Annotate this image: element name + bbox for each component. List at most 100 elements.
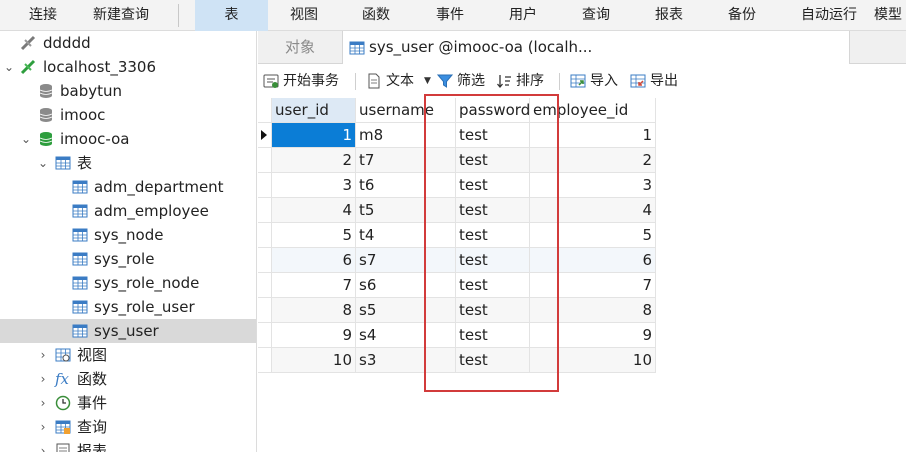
cell-username[interactable]: t5 [356,198,456,223]
row-header[interactable] [258,273,272,298]
sidebar-item-events[interactable]: › 事件 [0,391,256,415]
table-row[interactable]: 6 s7 test 6 [258,248,656,273]
cell-user-id[interactable]: 5 [272,223,356,248]
menu-report[interactable]: 报表 [641,0,697,31]
menu-user[interactable]: 用户 [495,0,551,31]
menu-function[interactable]: 函数 [348,0,404,31]
table-row[interactable]: 2 t7 test 2 [258,148,656,173]
cell-user-id[interactable]: 10 [272,348,356,373]
cell-employee-id[interactable]: 10 [530,348,656,373]
cell-employee-id[interactable]: 5 [530,223,656,248]
sidebar-item-localhost[interactable]: ⌄ localhost_3306 [0,55,256,79]
cell-username[interactable]: s3 [356,348,456,373]
cell-employee-id[interactable]: 6 [530,248,656,273]
chevron-right-icon[interactable]: › [37,439,49,452]
table-row[interactable]: 3 t6 test 3 [258,173,656,198]
sidebar-item-imooc[interactable]: imooc [0,103,256,127]
cell-employee-id[interactable]: 8 [530,298,656,323]
cell-password[interactable]: test [456,348,530,373]
cell-user-id[interactable]: 3 [272,173,356,198]
table-row[interactable]: 5 t4 test 5 [258,223,656,248]
cell-user-id[interactable]: 4 [272,198,356,223]
row-header[interactable] [258,123,272,148]
menu-event[interactable]: 事件 [422,0,478,31]
menu-new-query[interactable]: 新建查询 [82,0,160,31]
sidebar-item-babytun[interactable]: babytun [0,79,256,103]
chevron-right-icon[interactable]: › [37,391,49,415]
cell-username[interactable]: m8 [356,123,456,148]
menu-model[interactable]: 模型 [866,0,906,31]
cell-user-id[interactable]: 8 [272,298,356,323]
cell-password[interactable]: test [456,248,530,273]
tab-objects[interactable]: 对象 [258,31,342,64]
row-header[interactable] [258,298,272,323]
cell-password[interactable]: test [456,173,530,198]
table-row[interactable]: 7 s6 test 7 [258,273,656,298]
sidebar-item-views[interactable]: › 视图 [0,343,256,367]
cell-user-id[interactable]: 1 [272,123,356,148]
column-header-password[interactable]: password [456,98,530,123]
cell-employee-id[interactable]: 9 [530,323,656,348]
cell-username[interactable]: s4 [356,323,456,348]
cell-username[interactable]: s6 [356,273,456,298]
table-row[interactable]: 9 s4 test 9 [258,323,656,348]
sidebar-item-adm-employee[interactable]: adm_employee [0,199,256,223]
cell-user-id[interactable]: 6 [272,248,356,273]
column-header-user-id[interactable]: user_id [272,98,356,123]
column-header-username[interactable]: username [356,98,456,123]
cell-password[interactable]: test [456,123,530,148]
cell-username[interactable]: s5 [356,298,456,323]
row-header[interactable] [258,348,272,373]
sidebar-item-ddddd[interactable]: ddddd [0,31,256,55]
cell-username[interactable]: t6 [356,173,456,198]
chevron-right-icon[interactable]: › [37,343,49,367]
sidebar-item-sys-user[interactable]: sys_user [0,319,256,343]
cell-username[interactable]: s7 [356,248,456,273]
sidebar-item-functions[interactable]: › fx 函数 [0,367,256,391]
menu-connect[interactable]: 连接 [14,0,72,31]
cell-user-id[interactable]: 7 [272,273,356,298]
cell-employee-id[interactable]: 7 [530,273,656,298]
chevron-right-icon[interactable]: › [37,415,49,439]
column-header-employee-id[interactable]: employee_id [530,98,656,123]
row-header[interactable] [258,198,272,223]
cell-password[interactable]: test [456,323,530,348]
sidebar-item-sys-role-node[interactable]: sys_role_node [0,271,256,295]
sidebar-item-sys-role[interactable]: sys_role [0,247,256,271]
cell-password[interactable]: test [456,273,530,298]
menu-query[interactable]: 查询 [568,0,624,31]
chevron-right-icon[interactable]: › [37,367,49,391]
cell-employee-id[interactable]: 2 [530,148,656,173]
row-header[interactable] [258,223,272,248]
chevron-down-icon[interactable]: ⌄ [3,55,15,79]
cell-password[interactable]: test [456,223,530,248]
table-row[interactable]: 10 s3 test 10 [258,348,656,373]
menu-view[interactable]: 视图 [276,0,332,31]
sidebar-item-sys-node[interactable]: sys_node [0,223,256,247]
cell-username[interactable]: t7 [356,148,456,173]
cell-password[interactable]: test [456,148,530,173]
row-header[interactable] [258,248,272,273]
table-row[interactable]: 4 t5 test 4 [258,198,656,223]
row-header[interactable] [258,323,272,348]
table-row[interactable]: 8 s5 test 8 [258,298,656,323]
sidebar-item-adm-department[interactable]: adm_department [0,175,256,199]
table-row[interactable]: 1 m8 test 1 [258,123,656,148]
chevron-down-icon[interactable]: ⌄ [37,151,49,175]
sidebar-item-queries[interactable]: › 查询 [0,415,256,439]
menu-table[interactable]: 表 [195,0,268,31]
cell-employee-id[interactable]: 4 [530,198,656,223]
cell-user-id[interactable]: 2 [272,148,356,173]
cell-password[interactable]: test [456,298,530,323]
tab-sys-user[interactable]: sys_user @imooc-oa (localh... [342,31,850,65]
dropdown-arrow-icon[interactable]: ▼ [424,64,431,98]
sidebar-item-imooc-oa[interactable]: ⌄ imooc-oa [0,127,256,151]
cell-password[interactable]: test [456,198,530,223]
menu-backup[interactable]: 备份 [714,0,770,31]
cell-employee-id[interactable]: 1 [530,123,656,148]
cell-employee-id[interactable]: 3 [530,173,656,198]
menu-automation[interactable]: 自动运行 [780,0,878,31]
sidebar-item-tables[interactable]: ⌄ 表 [0,151,256,175]
row-header[interactable] [258,173,272,198]
sidebar-item-sys-role-user[interactable]: sys_role_user [0,295,256,319]
